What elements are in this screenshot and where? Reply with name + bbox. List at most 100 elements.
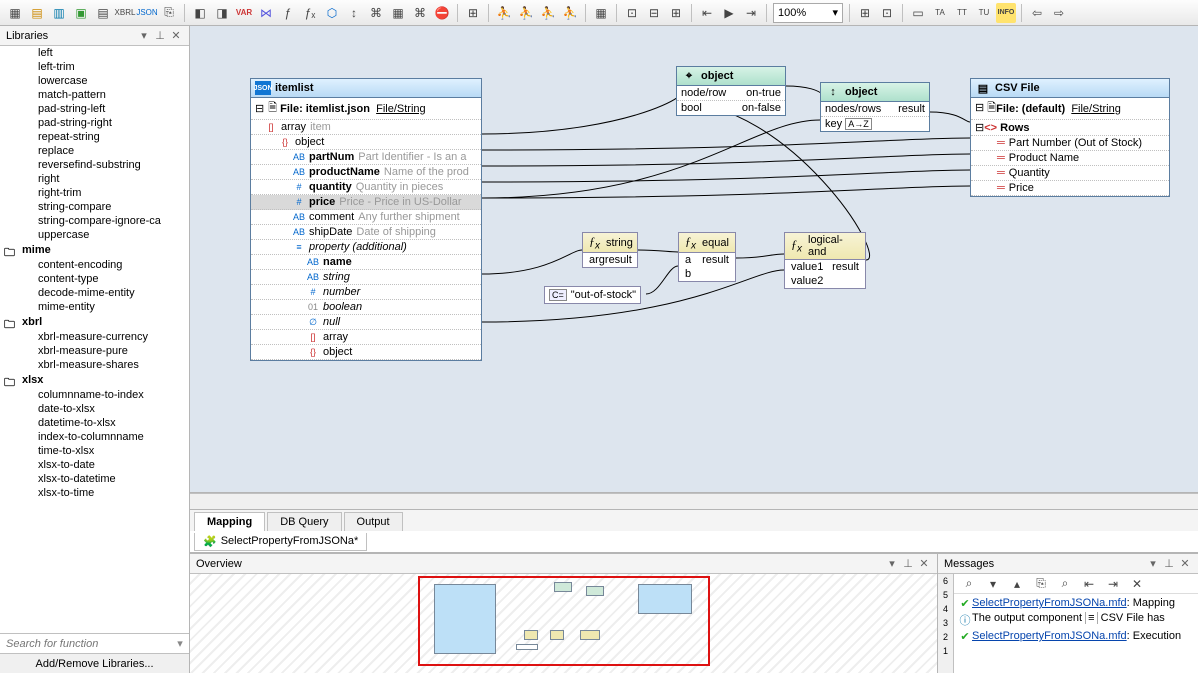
library-function-item[interactable]: pad-string-left [0, 102, 189, 116]
source-tree-item[interactable]: ABname [251, 255, 481, 270]
tb-icon[interactable]: ◨ [212, 3, 232, 23]
target-field-item[interactable]: ═Quantity [971, 166, 1169, 181]
message-item[interactable]: ✔SelectPropertyFromJSONa.mfd: Mapping [958, 596, 1194, 611]
panel-close-icon[interactable]: ✕ [169, 29, 183, 42]
source-tree-item[interactable]: ABshipDateDate of shipping [251, 225, 481, 240]
tab-mapping[interactable]: Mapping [194, 512, 265, 531]
message-item[interactable]: ✔SelectPropertyFromJSONa.mfd: Execution [958, 629, 1194, 644]
source-tree-item[interactable]: ABproductNameName of the prod [251, 165, 481, 180]
target-file-mode[interactable]: File/String [1071, 103, 1121, 115]
library-function-item[interactable]: columnname-to-index [0, 388, 189, 402]
source-tree-item[interactable]: ABstring [251, 270, 481, 285]
constant-box[interactable]: C= "out-of-stock" [544, 286, 641, 304]
panel-dropdown-icon[interactable]: ▾ [1146, 557, 1160, 570]
tab-output[interactable]: Output [344, 512, 403, 531]
source-tree-item[interactable]: ≡property (additional) [251, 240, 481, 255]
tab-dbquery[interactable]: DB Query [267, 512, 341, 531]
tb-icon[interactable]: ⊡ [622, 3, 642, 23]
tb-icon[interactable]: ▥ [49, 3, 69, 23]
source-tree-item[interactable]: {}object [251, 135, 481, 150]
msg-tool-icon[interactable]: ⇥ [1103, 574, 1123, 594]
source-tree-item[interactable]: ABcommentAny further shipment [251, 210, 481, 225]
source-tree-item[interactable]: #number [251, 285, 481, 300]
tb-icon[interactable]: ▦ [591, 3, 611, 23]
library-group-header[interactable]: 🗀xbrl [0, 314, 189, 330]
library-function-item[interactable]: time-to-xlsx [0, 444, 189, 458]
fn-logical-and[interactable]: ƒxlogical-and value1result value2 [784, 232, 866, 289]
file-mode-link[interactable]: File/String [376, 103, 426, 115]
panel-pin-icon[interactable]: ⊥ [1162, 557, 1176, 570]
source-tree-item[interactable]: {}object [251, 345, 481, 360]
library-function-item[interactable]: xlsx-to-time [0, 486, 189, 500]
library-function-item[interactable]: left-trim [0, 60, 189, 74]
filter-component[interactable]: ⌖object node/rowon-true boolon-false [676, 66, 786, 116]
msg-tool-icon[interactable]: ⌕ [959, 574, 979, 594]
tb-icon[interactable]: ⇥ [741, 3, 761, 23]
panel-pin-icon[interactable]: ⊥ [901, 557, 915, 570]
library-function-item[interactable]: uppercase [0, 228, 189, 242]
tb-icon[interactable]: ⊞ [666, 3, 686, 23]
panel-close-icon[interactable]: ✕ [1178, 557, 1192, 570]
panel-pin-icon[interactable]: ⊥ [153, 29, 167, 42]
tb-icon[interactable]: XBRL [115, 3, 135, 23]
library-function-item[interactable]: lowercase [0, 74, 189, 88]
tb-icon[interactable]: ⛔ [432, 3, 452, 23]
tb-icon[interactable]: ▦ [388, 3, 408, 23]
library-function-item[interactable]: index-to-columnname [0, 430, 189, 444]
target-field-item[interactable]: ═Product Name [971, 151, 1169, 166]
library-function-item[interactable]: mime-entity [0, 300, 189, 314]
library-group-header[interactable]: 🗀mime [0, 242, 189, 258]
library-function-item[interactable]: xlsx-to-datetime [0, 472, 189, 486]
libraries-tree[interactable]: leftleft-trimlowercasematch-patternpad-s… [0, 46, 189, 633]
tb-icon[interactable]: ⛹ [560, 3, 580, 23]
tb-icon[interactable]: ⇤ [697, 3, 717, 23]
nav-back-icon[interactable]: ⇦ [1027, 3, 1047, 23]
source-tree-item[interactable]: []array [251, 330, 481, 345]
library-group-header[interactable]: 🗀xlsx [0, 372, 189, 388]
library-function-item[interactable]: date-to-xlsx [0, 402, 189, 416]
tb-icon[interactable]: ▦ [5, 3, 25, 23]
tb-icon[interactable]: JSON [137, 3, 157, 23]
source-tree-item[interactable]: #pricePrice - Price in US-Dollar [251, 195, 481, 210]
tb-icon[interactable]: ▭ [908, 3, 928, 23]
source-tree-item[interactable]: ABpartNumPart Identifier - Is an a [251, 150, 481, 165]
library-function-item[interactable]: replace [0, 144, 189, 158]
msg-tool-icon[interactable]: ▴ [1007, 574, 1027, 594]
tb-icon[interactable]: ⊞ [463, 3, 483, 23]
tb-icon[interactable]: ⛹ [538, 3, 558, 23]
library-function-item[interactable]: repeat-string [0, 130, 189, 144]
target-field-item[interactable]: ═Part Number (Out of Stock) [971, 136, 1169, 151]
msg-tool-icon[interactable]: ⎘ [1031, 574, 1051, 594]
tb-icon[interactable]: TT [952, 3, 972, 23]
messages-vertical-tabs[interactable]: 654321 [938, 574, 954, 673]
tb-icon[interactable]: ↕ [344, 3, 364, 23]
tb-icon[interactable]: ◧ [190, 3, 210, 23]
library-function-item[interactable]: string-compare [0, 200, 189, 214]
library-function-item[interactable]: xbrl-measure-pure [0, 344, 189, 358]
library-function-item[interactable]: xlsx-to-date [0, 458, 189, 472]
tb-icon[interactable]: ▶ [719, 3, 739, 23]
tb-icon[interactable]: ▤ [93, 3, 113, 23]
panel-dropdown-icon[interactable]: ▾ [137, 29, 151, 42]
panel-close-icon[interactable]: ✕ [917, 557, 931, 570]
source-tree-item[interactable]: []arrayitem [251, 120, 481, 135]
search-clear-icon[interactable]: ▾ [171, 637, 189, 650]
nav-fwd-icon[interactable]: ⇨ [1049, 3, 1069, 23]
fn-string[interactable]: ƒxstring argresult [582, 232, 638, 268]
library-function-item[interactable]: content-encoding [0, 258, 189, 272]
library-function-item[interactable]: decode-mime-entity [0, 286, 189, 300]
tb-icon[interactable]: ƒₓ [300, 3, 320, 23]
msg-tool-icon[interactable]: ▾ [983, 574, 1003, 594]
messages-list[interactable]: ✔SelectPropertyFromJSONa.mfd: MappingⓘTh… [954, 594, 1198, 673]
overview-canvas[interactable] [190, 574, 937, 673]
zoom-combo[interactable]: 100%▾ [773, 3, 843, 23]
library-function-item[interactable]: right-trim [0, 186, 189, 200]
panel-dropdown-icon[interactable]: ▾ [885, 557, 899, 570]
library-function-item[interactable]: pad-string-right [0, 116, 189, 130]
library-function-item[interactable]: string-compare-ignore-ca [0, 214, 189, 228]
library-function-item[interactable]: left [0, 46, 189, 60]
library-search-input[interactable] [0, 634, 171, 653]
mapping-canvas[interactable]: JSONitemlist ⊟🗎 File: itemlist.json File… [190, 26, 1198, 493]
tb-icon[interactable]: VAR [234, 3, 254, 23]
tb-icon[interactable]: ⋈ [256, 3, 276, 23]
